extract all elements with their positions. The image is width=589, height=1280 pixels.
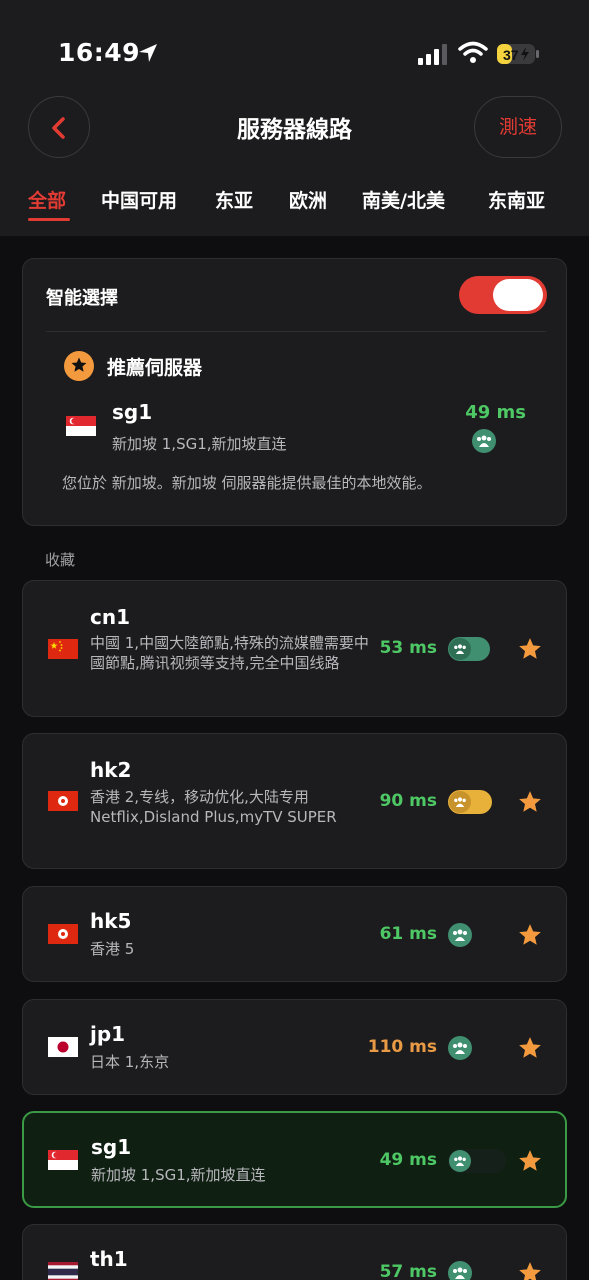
server-name: th1 bbox=[90, 1247, 128, 1271]
server-card-cn1[interactable]: cn1 中國 1,中國大陸節點,特殊的流媒體需要中國節點,腾讯视频等支持,完全中… bbox=[22, 580, 567, 717]
status-bar: 16:49 37 bbox=[0, 0, 589, 100]
users-icon bbox=[448, 1036, 472, 1060]
favorite-star-icon[interactable] bbox=[517, 1148, 543, 1174]
load-indicator bbox=[448, 637, 490, 661]
recommendation-note: 您位於 新加坡。新加坡 伺服器能提供最佳的本地效能。 bbox=[62, 474, 432, 492]
favorite-star-icon[interactable] bbox=[517, 636, 543, 662]
server-ping: 49 ms bbox=[379, 1150, 437, 1170]
china-flag-icon bbox=[48, 639, 78, 659]
server-card-jp1[interactable]: jp1 日本 1,东京 110 ms bbox=[22, 999, 567, 1095]
speed-test-button[interactable]: 測速 bbox=[474, 96, 562, 158]
recommended-server-name: sg1 bbox=[112, 400, 153, 424]
signal-icon bbox=[418, 44, 447, 65]
server-name: hk2 bbox=[90, 758, 132, 782]
users-icon bbox=[472, 429, 496, 453]
server-desc: 中國 1,中國大陸節點,特殊的流媒體需要中國節點,腾讯视频等支持,完全中国线路 bbox=[90, 634, 369, 672]
wifi-icon bbox=[458, 41, 488, 63]
recommended-title: 推薦伺服器 bbox=[107, 357, 203, 379]
tab-americas[interactable]: 南美/北美 bbox=[362, 186, 445, 213]
japan-flag-icon bbox=[48, 1037, 78, 1057]
svg-text:37: 37 bbox=[503, 47, 519, 63]
tab-all[interactable]: 全部 bbox=[28, 186, 66, 213]
server-desc: 香港 5 bbox=[90, 940, 135, 958]
server-desc: 新加坡 1,SG1,新加坡直连 bbox=[91, 1166, 266, 1184]
server-card-th1[interactable]: th1 57 ms bbox=[22, 1224, 567, 1280]
server-name: hk5 bbox=[90, 909, 132, 933]
smart-select-card: 智能選擇 推薦伺服器 sg1 新加坡 1,SG1,新加坡直连 49 ms 您位於… bbox=[22, 258, 567, 526]
tab-east-asia[interactable]: 东亚 bbox=[215, 186, 253, 213]
tab-southeast-asia[interactable]: 东南亚 bbox=[488, 186, 545, 213]
server-ping: 53 ms bbox=[379, 638, 437, 658]
load-indicator bbox=[448, 790, 492, 814]
favorite-star-icon[interactable] bbox=[517, 922, 543, 948]
server-card-hk5[interactable]: hk5 香港 5 61 ms bbox=[22, 886, 567, 982]
hong-kong-flag-icon bbox=[48, 791, 78, 811]
tab-china-available[interactable]: 中国可用 bbox=[101, 186, 177, 213]
region-tabs: 全部 中国可用 东亚 欧洲 南美/北美 东南亚 bbox=[0, 186, 589, 216]
favorite-star-icon[interactable] bbox=[517, 1260, 543, 1280]
smart-select-label: 智能選擇 bbox=[46, 288, 118, 309]
server-ping: 90 ms bbox=[379, 791, 437, 811]
server-desc: 日本 1,东京 bbox=[90, 1053, 170, 1071]
server-card-sg1[interactable]: sg1 新加坡 1,SG1,新加坡直连 49 ms bbox=[22, 1111, 567, 1208]
divider bbox=[46, 331, 546, 332]
smart-select-toggle[interactable] bbox=[459, 276, 547, 314]
server-ping: 110 ms bbox=[367, 1037, 437, 1057]
header-area: 16:49 37 服務器線路 測速 全部 中国可用 东亚 欧洲 南美/北美 东南… bbox=[0, 0, 589, 236]
server-name: sg1 bbox=[91, 1135, 132, 1159]
server-name: cn1 bbox=[90, 605, 131, 629]
active-tab-indicator bbox=[28, 218, 70, 221]
singapore-flag-icon bbox=[48, 1150, 78, 1170]
thailand-flag-icon bbox=[48, 1262, 78, 1280]
server-ping: 57 ms bbox=[379, 1262, 437, 1280]
hong-kong-flag-icon bbox=[48, 924, 78, 944]
star-badge-icon bbox=[64, 351, 94, 381]
favorite-star-icon[interactable] bbox=[517, 789, 543, 815]
recommended-server-desc: 新加坡 1,SG1,新加坡直连 bbox=[112, 435, 287, 453]
server-desc: 香港 2,专线，移动优化,大陆专用 Netflix,Disland Plus,m… bbox=[90, 788, 337, 826]
favorites-label: 收藏 bbox=[45, 551, 76, 569]
server-ping: 61 ms bbox=[379, 924, 437, 944]
server-card-hk2[interactable]: hk2 香港 2,专线，移动优化,大陆专用 Netflix,Disland Pl… bbox=[22, 733, 567, 869]
recommended-ping: 49 ms bbox=[465, 402, 526, 423]
singapore-flag-icon bbox=[66, 416, 96, 436]
server-name: jp1 bbox=[90, 1022, 126, 1046]
users-icon bbox=[448, 1261, 472, 1280]
load-indicator bbox=[448, 1149, 506, 1173]
tab-europe[interactable]: 欧洲 bbox=[289, 186, 327, 213]
location-arrow-icon bbox=[139, 44, 157, 62]
battery-icon: 37 bbox=[497, 44, 539, 64]
status-time: 16:49 bbox=[58, 38, 141, 67]
favorite-star-icon[interactable] bbox=[517, 1035, 543, 1061]
users-icon bbox=[448, 923, 472, 947]
